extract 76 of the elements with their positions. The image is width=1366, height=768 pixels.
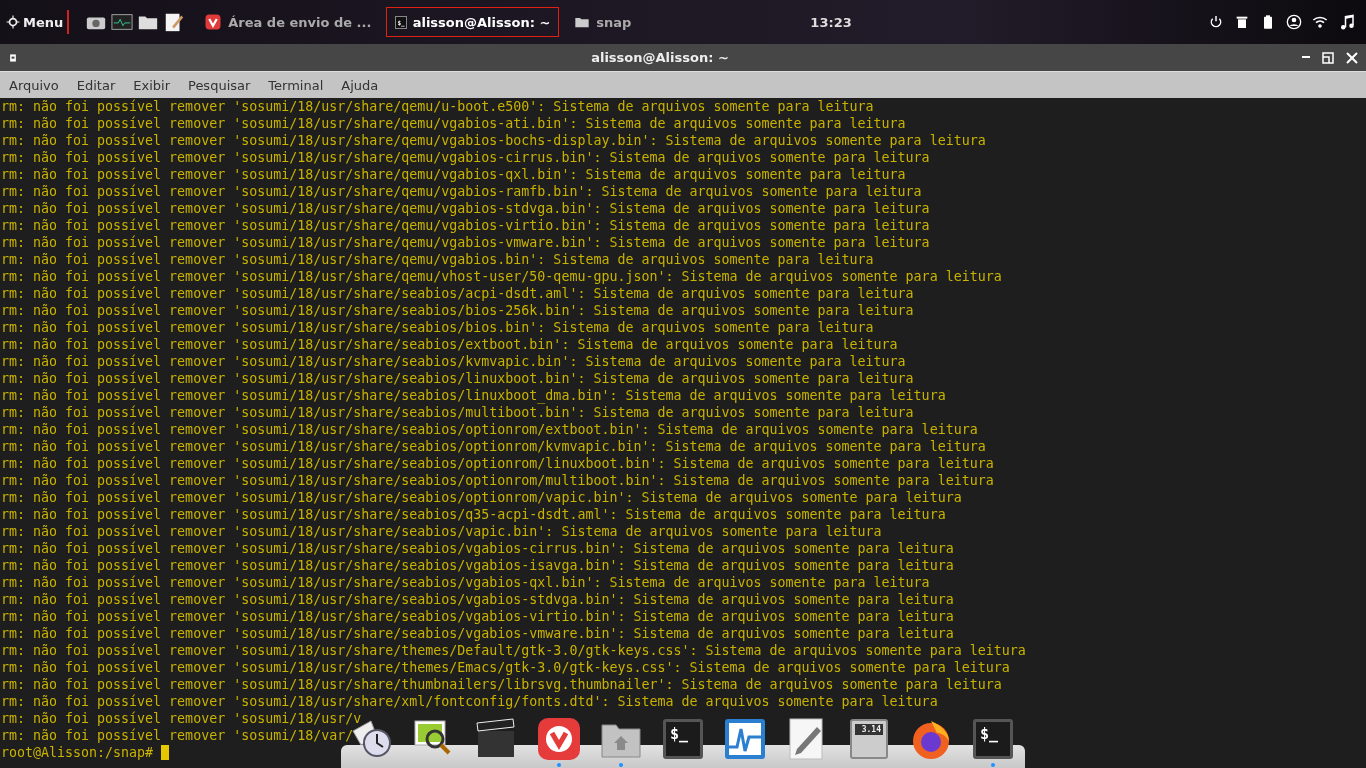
terminal-line: rm: não foi possível remover 'sosumi/18/usr/share/qemu/vgabios-cirrus.bin': Sistema de arquivos somente para leitura [1, 149, 930, 166]
shell-prompt: root@Alisson:/snap# [1, 744, 154, 761]
window-title: alisson@Alisson: ~ [590, 50, 730, 65]
running-indicator [619, 763, 623, 767]
terminal-line: rm: não foi possível remover 'sosumi/18/usr/share/qemu/vgabios-virtio.bin': Sistema de arquivos somente para leitura [1, 217, 930, 234]
terminal-line: rm: não foi possível remover 'sosumi/18/usr/share/seabios/q35-acpi-dsdt.aml': Sistema de arquivos somente para leitura [1, 506, 946, 523]
terminal-line: rm: não foi possível remover 'sosumi/18/usr/share/qemu/vgabios-qxl.bin': Sistema de arquivos somente para leitura [1, 166, 906, 183]
maximize-icon [1322, 51, 1334, 64]
terminal-icon: $_ [973, 719, 1013, 759]
v-logo-icon [204, 13, 223, 31]
terminal-line: rm: não foi possível remover 'sosumi/18/usr/share/themes/Emacs/gtk-3.0/gtk-keys.css': Sistema de arquivos somente para leitura [1, 659, 1010, 676]
menu-item[interactable]: Pesquisar [179, 73, 260, 97]
terminal-line: rm: não foi possível remover 'sosumi/18/usr/share/seabios/vgabios-cirrus.bin': Sistema de arquivos somente para leitura [1, 540, 954, 557]
terminal-line: rm: não foi possível remover 'sosumi/18/usr/share/qemu/vgabios-stdvga.bin': Sistema de arquivos somente para leitura [1, 200, 930, 217]
clock: 13:23 [810, 14, 852, 30]
terminal-icon: $_ [663, 719, 703, 759]
terminal-line: rm: não foi possível remover 'sosumi/18/usr/share/seabios/vgabios-virtio.bin': Sistema de arquivos somente para leitura [1, 608, 954, 625]
trash-icon [1234, 14, 1250, 30]
dock-item[interactable]: $_ [661, 717, 705, 768]
system-monitor-icon [723, 717, 767, 761]
terminal-line: rm: não foi possível remover 'sosumi/18/usr/share/themes/Default/gtk-3.0/gtk-keys.css': Sistema de arquivos somente para leitura [1, 642, 1026, 659]
window-menu-icon [8, 52, 18, 63]
terminal-line: rm: não foi possível remover 'sosumi/18/usr/share/seabios/acpi-dsdt.aml': Sistema de arquivos somente para leitura [1, 285, 914, 302]
running-indicator [991, 763, 995, 767]
terminal-line: rm: não foi possível remover 'sosumi/18/usr/share/seabios/linuxboot.bin': Sistema de arquivos somente para leitura [1, 370, 914, 387]
power-icon [1208, 14, 1224, 30]
music-note-icon [1338, 13, 1356, 31]
terminal-line: rm: não foi possível remover 'sosumi/18/usr/share/qemu/vgabios-ati.bin': Sistema de arquivos somente para leitura [1, 115, 906, 132]
running-indicator [557, 763, 561, 767]
terminal-line: rm: não foi possível remover 'sosumi/18/usr/share/xml/fontconfig/fonts.dtd': Sistema de arquivos somente para leitura [1, 693, 938, 710]
terminal-line: rm: não foi possível remover 'sosumi/18/usr/share/seabios/linuxboot_dma.bin': Sistema de arquivos somente para leitura [1, 387, 946, 404]
menu-item[interactable]: Ajuda [332, 73, 388, 97]
text-cursor [161, 745, 170, 760]
terminal-line: rm: não foi possível remover 'sosumi/18/usr/share/qemu/vgabios-bochs-display.bin': Sistema de arquivos somente para leitura [1, 132, 986, 149]
terminal-line: rm: não foi possível remover 'sosumi/18/usr/share/qemu/vgabios-ramfb.bin': Sistema de arquivos somente para leitura [1, 183, 922, 200]
close-icon [1346, 51, 1358, 64]
task-button[interactable]: Área de envio de ... [195, 7, 381, 37]
dock-item[interactable]: $_ [971, 717, 1015, 768]
terminal-line: rm: não foi possível remover 'sosumi/18/usr/share/seabios/vgabios-stdvga.bin': Sistema de arquivos somente para leitura [1, 591, 954, 608]
terminal-line: rm: não foi possível remover 'sosumi/18/usr/share/seabios/kvmvapic.bin': Sistema de arquivos somente para leitura [1, 353, 906, 370]
menu-item[interactable]: Exibir [124, 73, 179, 97]
terminal-line: rm: não foi possível remover 'sosumi/18/usr/share/seabios/vapic.bin': Sistema de arquivos somente para leitura [1, 523, 882, 540]
terminal-line: rm: não foi possível remover 'sosumi/18/usr/share/seabios/bios.bin': Sistema de arquivos somente para leitura [1, 319, 874, 336]
launcher-button[interactable] [163, 11, 186, 33]
menu-item[interactable]: Editar [67, 73, 125, 97]
terminal-line: rm: não foi possível remover 'sosumi/18/usr/share/qemu/vgabios.bin': Sistema de arquivos somente para leitura [1, 251, 874, 268]
terminal-line: rm: não foi possível remover 'sosumi/18/usr/share/seabios/optionrom/linuxboot.bin': Sistema de arquivos somente para leitura [1, 455, 994, 472]
menu-item[interactable]: Arquivo [0, 73, 68, 97]
terminal-line: rm: não foi possível remover 'sosumi/18/usr/share/seabios/optionrom/vapic.bin': Sistema de arquivos somente para leitura [1, 489, 962, 506]
terminal-line: rm: não foi possível remover 'sosumi/18/usr/v [1, 710, 362, 727]
wifi-icon [1312, 14, 1328, 30]
calculator-display: 3.14 [855, 724, 883, 735]
terminal-line: rm: não foi possível remover 'sosumi/18/usr/share/qemu/vgabios-vmware.bin': Sistema de arquivos somente para leitura [1, 234, 930, 251]
minimize-icon [1302, 55, 1310, 58]
terminal-line: rm: não foi possível remover 'sosumi/18/usr/share/qemu/vhost-user/50-qemu-gpu.json': Sistema de arquivos somente para leitura [1, 268, 1002, 285]
dock-item[interactable] [537, 717, 581, 768]
terminal-line: rm: não foi possível remover 'sosumi/18/usr/share/seabios/optionrom/extboot.bin': Sistema de arquivos somente para leitura [1, 421, 978, 438]
dock-item[interactable]: 3.14 [847, 717, 891, 768]
terminal-line: rm: não foi possível remover 'sosumi/18/usr/share/seabios/optionrom/kvmvapic.bin': Sistema de arquivos somente para leitura [1, 438, 986, 455]
terminal-line: rm: não foi possível remover 'sosumi/18/usr/share/seabios/vgabios-vmware.bin': Sistema de arquivos somente para leitura [1, 625, 954, 642]
terminal-line: rm: não foi possível remover 'sosumi/18/usr/share/seabios/bios-256k.bin': Sistema de arquivos somente para leitura [1, 302, 914, 319]
terminal-line: rm: não foi possível remover 'sosumi/18/usr/share/seabios/vgabios-qxl.bin': Sistema de arquivos somente para leitura [1, 574, 930, 591]
terminal-line: rm: não foi possível remover 'sosumi/18/usr/share/seabios/vgabios-isavga.bin': Sistema de arquivos somente para leitura [1, 557, 954, 574]
terminal-line: rm: não foi possível remover 'sosumi/18/usr/share/thumbnailers/librsvg.thumbnailer': Sistema de arquivos somente para leitura [1, 676, 1002, 693]
v-logo-icon [537, 717, 581, 761]
menu-item[interactable]: Terminal [259, 73, 333, 97]
user-icon [1286, 14, 1302, 30]
notepad-icon [163, 11, 186, 33]
terminal-line: rm: não foi possível remover 'sosumi/18/usr/share/seabios/extboot.bin': Sistema de arquivos somente para leitura [1, 336, 898, 353]
terminal-line: rm: não foi possível remover 'sosumi/18/usr/share/seabios/multiboot.bin': Sistema de arquivos somente para leitura [1, 404, 914, 421]
terminal-line: rm: não foi possível remover 'sosumi/18/usr/share/qemu/u-boot.e500': Sistema de arquivos somente para leitura [1, 98, 874, 115]
terminal-line: rm: não foi possível remover 'sosumi/18/var/ [1, 727, 354, 744]
monitor-icon [111, 11, 134, 33]
task-button[interactable]: snap [565, 7, 641, 37]
terminal-line: rm: não foi possível remover 'sosumi/18/usr/share/seabios/optionrom/multiboot.bin': Sistema de arquivos somente para leitura [1, 472, 994, 489]
menu-button[interactable]: Menu [6, 7, 68, 37]
